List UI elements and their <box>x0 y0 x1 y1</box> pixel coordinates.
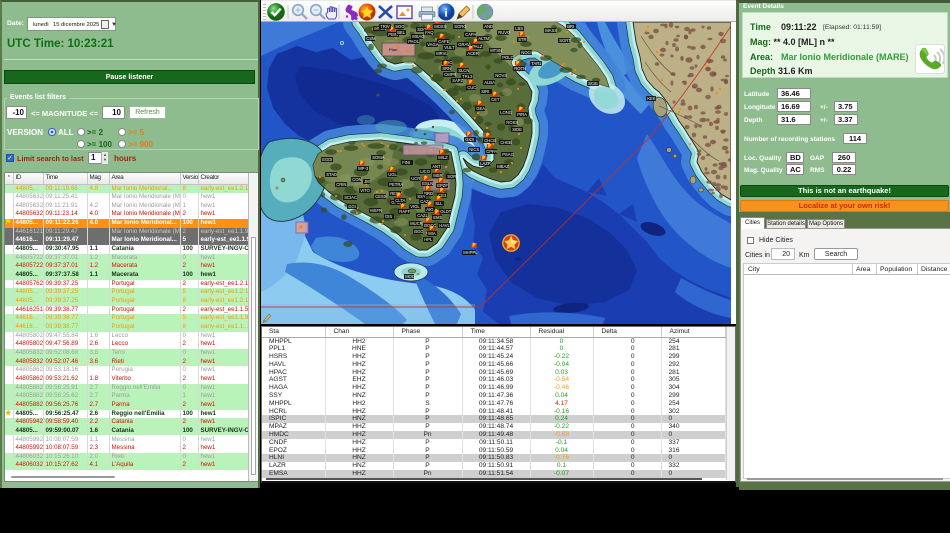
svg-text:CON: CON <box>352 177 361 182</box>
svg-text:MBAZ: MBAZ <box>497 164 509 169</box>
svg-text:MSR: MSR <box>433 173 442 178</box>
svg-text:SAPZ: SAPZ <box>452 78 463 83</box>
svg-text:TRL3: TRL3 <box>462 74 473 79</box>
svg-text:ROTN: ROTN <box>514 66 526 71</box>
svg-text:SOO: SOO <box>395 24 405 29</box>
svg-text:CMPR: CMPR <box>444 72 456 77</box>
svg-text:STAD: STAD <box>326 172 337 177</box>
svg-text:CAZL: CAZL <box>417 213 428 218</box>
svg-text:SCIAC: SCIAC <box>344 195 357 200</box>
svg-text:NOCI: NOCI <box>521 50 531 55</box>
svg-text:MSAG: MSAG <box>412 34 424 39</box>
svg-text:JM: JM <box>364 179 370 184</box>
svg-text:LAZR: LAZR <box>480 161 491 166</box>
svg-text:LICO: LICO <box>420 169 431 174</box>
svg-text:OLDT: OLDT <box>440 209 452 214</box>
svg-text:CPPA: CPPA <box>486 149 497 154</box>
svg-text:GIOI: GIOI <box>465 137 474 142</box>
svg-text:DIS: DIS <box>385 214 392 219</box>
svg-text:MOSS: MOSS <box>434 24 447 29</box>
svg-text:SSY: SSY <box>417 194 426 199</box>
svg-text:CET: CET <box>491 97 500 102</box>
svg-text:VIGL: VIGL <box>410 204 420 209</box>
svg-text:SRN: SRN <box>442 66 451 71</box>
svg-text:CAFE: CAFE <box>438 39 449 44</box>
svg-text:VAGA: VAGA <box>427 42 439 47</box>
svg-text:ALTM: ALTM <box>478 36 489 41</box>
svg-text:AIO: AIO <box>426 207 434 212</box>
svg-text:NICS: NICS <box>469 147 479 152</box>
svg-text:SLCN: SLCN <box>458 68 469 73</box>
svg-text:EMS: EMS <box>433 215 442 220</box>
svg-text:MP-3: MP-3 <box>358 166 369 171</box>
svg-text:SGRT: SGRT <box>559 38 571 43</box>
svg-text:ROSS: ROSS <box>506 120 518 125</box>
svg-text:CHCB: CHCB <box>484 138 496 143</box>
svg-text:CSM: CSM <box>366 36 376 41</box>
svg-text:BRI: BRI <box>567 24 574 29</box>
svg-text:PSAG: PSAG <box>502 152 514 157</box>
svg-text:GRAV: GRAV <box>458 42 470 47</box>
svg-text:TRIV: TRIV <box>380 24 390 29</box>
svg-text:BEL: BEL <box>397 30 406 35</box>
svg-text:MIA: MIA <box>428 231 436 236</box>
svg-text:PIRA: PIRA <box>517 112 527 117</box>
svg-text:ANT: ANT <box>432 164 441 169</box>
svg-text:VULT: VULT <box>444 45 455 50</box>
svg-text:MASS: MASS <box>545 28 557 33</box>
svg-text:MUCR: MUCR <box>410 221 423 226</box>
svg-text:FINI: FINI <box>402 160 410 165</box>
svg-text:HPL: HPL <box>424 237 433 242</box>
svg-text:RUVO: RUVO <box>498 30 511 35</box>
svg-text:GGI: GGI <box>348 204 356 209</box>
svg-text:CUC: CUC <box>467 85 476 90</box>
svg-text:PALZ: PALZ <box>472 44 483 49</box>
svg-text:CAPA: CAPA <box>465 32 476 37</box>
svg-text:EPZF: EPZF <box>437 183 448 188</box>
svg-text:MILZ: MILZ <box>438 155 448 160</box>
svg-text:RAFF: RAFF <box>399 209 410 214</box>
svg-text:BGG: BGG <box>414 229 423 234</box>
svg-text:SCIE: SCIE <box>588 81 598 86</box>
svg-text:ESLN: ESLN <box>422 181 433 186</box>
svg-text:POLC: POLC <box>502 55 513 60</box>
svg-text:STR: STR <box>518 37 526 42</box>
svg-text:ALBA: ALBA <box>484 80 495 85</box>
svg-text:AND: AND <box>484 24 493 29</box>
svg-text:SOR: SOR <box>447 174 456 179</box>
svg-text:Pian: Pian <box>389 47 398 52</box>
svg-text:LONG: LONG <box>500 110 512 115</box>
svg-text:EGDI: EGDI <box>322 157 332 162</box>
svg-text:CESX: CESX <box>375 194 387 199</box>
svg-text:SGRG: SGRG <box>454 24 466 29</box>
svg-text:FAQ: FAQ <box>425 30 434 35</box>
svg-text:KEK: KEK <box>647 96 656 101</box>
svg-text:SIDE: SIDE <box>512 127 522 132</box>
svg-text:HAVL: HAVL <box>439 223 450 228</box>
svg-text:MSFR: MSFR <box>370 208 382 213</box>
svg-text:MHPPL: MHPPL <box>463 250 478 255</box>
svg-text:SOMA: SOMA <box>372 155 385 160</box>
svg-text:CRIN: CRIN <box>336 182 346 187</box>
svg-text:ACER: ACER <box>467 51 479 56</box>
svg-text:SIRI: SIRI <box>481 89 489 94</box>
svg-text:GEA: GEA <box>476 106 485 111</box>
svg-text:NOVS: NOVS <box>495 73 507 78</box>
svg-text:MRVL: MRVL <box>436 51 448 56</box>
svg-text:VITO: VITO <box>360 188 370 193</box>
svg-text:CLTA: CLTA <box>395 198 405 203</box>
svg-text:MOD: MOD <box>405 274 415 279</box>
svg-text:CHEB: CHEB <box>500 140 512 145</box>
svg-text:MTSN: MTSN <box>490 48 502 53</box>
svg-text:PETRA: PETRA <box>389 182 403 187</box>
svg-text:UGL: UGL <box>388 172 397 177</box>
svg-text:TAR1: TAR1 <box>531 61 542 66</box>
svg-text:SLL: SLL <box>435 201 443 206</box>
svg-text:UCR: UCR <box>411 176 420 181</box>
svg-text:LBS: LBS <box>515 26 523 31</box>
svg-text:PAOL: PAOL <box>408 39 420 44</box>
